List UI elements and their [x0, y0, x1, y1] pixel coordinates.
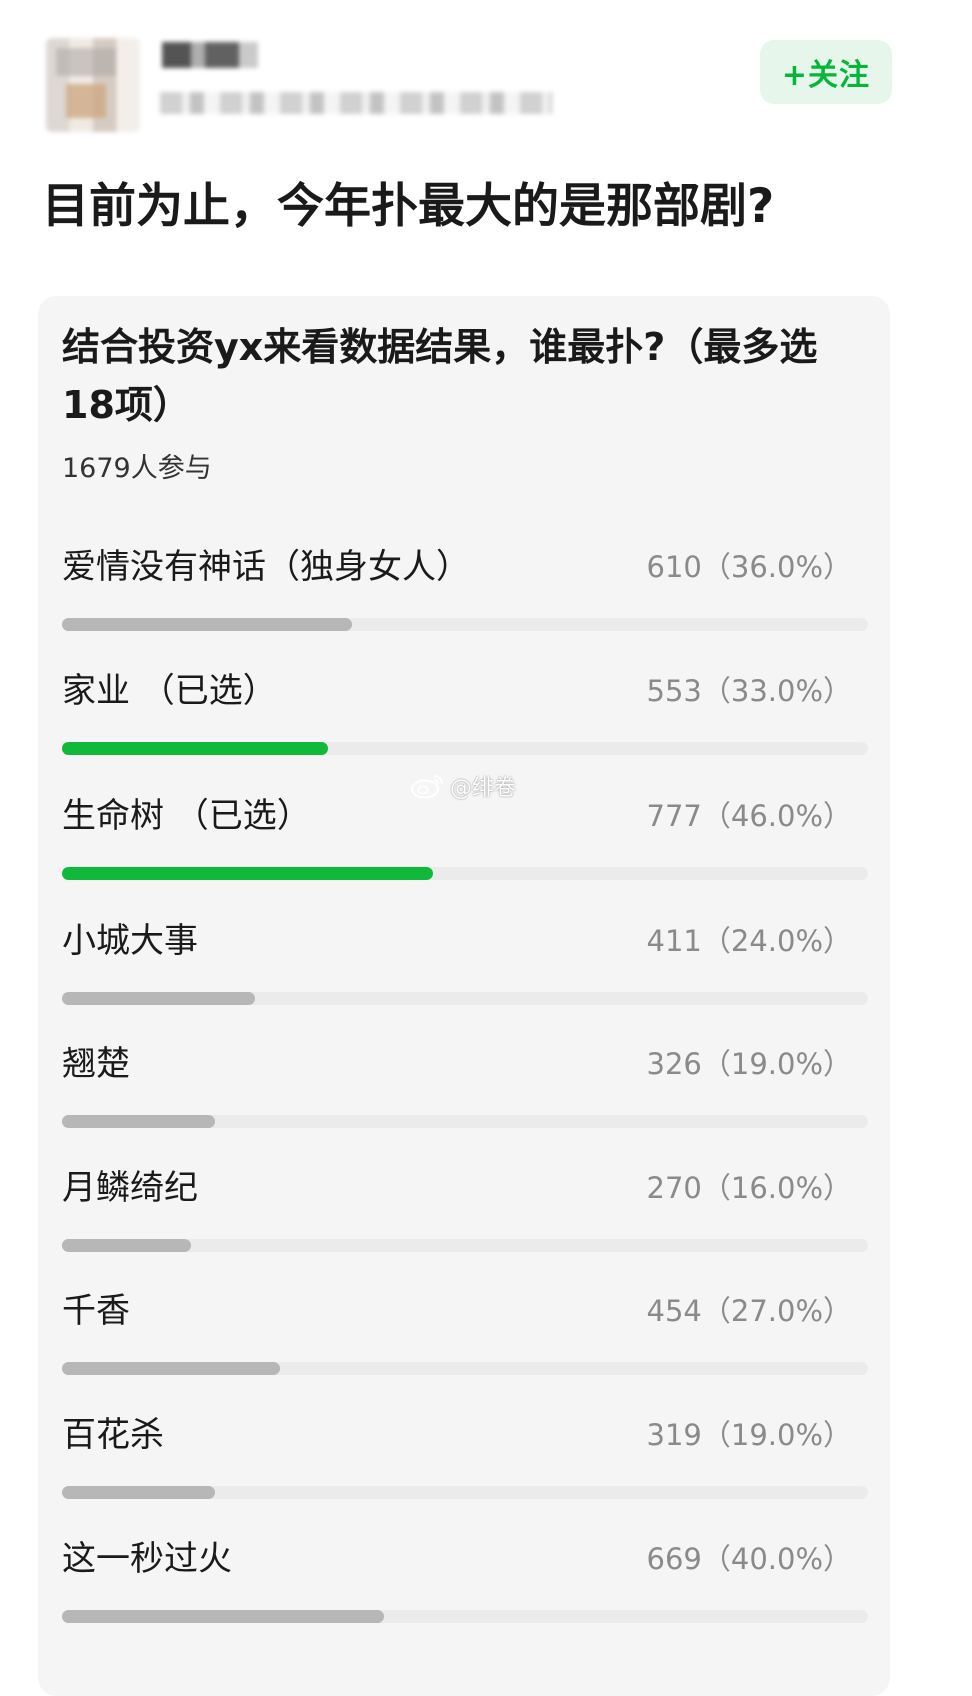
- poll-card: 结合投资yx来看数据结果，谁最扑?（最多选18项） 1679人参与 爱情没有神话…: [38, 296, 890, 1696]
- option-bar-fill: [62, 618, 352, 631]
- poll-option[interactable]: 生命树 （已选） 777（46.0%）: [62, 791, 868, 901]
- option-label: 翘楚: [62, 1044, 130, 1084]
- option-result: 553（33.0%）: [646, 674, 852, 708]
- poll-option[interactable]: 这一秒过火 669（40.0%）: [62, 1534, 868, 1644]
- option-bar-track: [62, 867, 868, 880]
- poll-option[interactable]: 月鳞绮纪 270（16.0%）: [62, 1163, 868, 1273]
- option-bar-fill: [62, 1115, 215, 1128]
- option-label: 小城大事: [62, 921, 198, 961]
- poll-question: 结合投资yx来看数据结果，谁最扑?（最多选18项）: [62, 325, 818, 427]
- option-bar-track: [62, 1239, 868, 1252]
- option-bar-track: [62, 1115, 868, 1128]
- option-bar-fill: [62, 1486, 215, 1499]
- poll-option[interactable]: 千香 454（27.0%）: [62, 1286, 868, 1396]
- weibo-watermark: @绯卷: [410, 770, 516, 802]
- option-result: 319（19.0%）: [646, 1418, 852, 1452]
- option-bar-fill: [62, 992, 255, 1005]
- option-bar-track: [62, 618, 868, 631]
- option-label: 这一秒过火: [62, 1539, 232, 1579]
- poll-option[interactable]: 小城大事 411（24.0%）: [62, 916, 868, 1026]
- poll-option[interactable]: 翘楚 326（19.0%）: [62, 1039, 868, 1149]
- option-result: 270（16.0%）: [646, 1171, 852, 1205]
- option-bar-fill: [62, 742, 328, 755]
- option-label: 家业 （已选）: [62, 671, 277, 711]
- username-redacted[interactable]: [162, 42, 258, 68]
- option-bar-track: [62, 742, 868, 755]
- option-label: 百花杀: [62, 1415, 164, 1455]
- post-meta-redacted: [160, 92, 552, 114]
- option-bar-fill: [62, 867, 433, 880]
- option-label: 爱情没有神话（独身女人）: [62, 547, 470, 587]
- option-bar-fill: [62, 1610, 384, 1623]
- poll-option[interactable]: 百花杀 319（19.0%）: [62, 1410, 868, 1520]
- poll-option[interactable]: 爱情没有神话（独身女人） 610（36.0%）: [62, 542, 868, 652]
- option-result: 610（36.0%）: [646, 550, 852, 584]
- participant-count: 1679人参与: [62, 453, 212, 484]
- option-result: 454（27.0%）: [646, 1294, 852, 1328]
- option-bar-track: [62, 1610, 868, 1623]
- option-bar-fill: [62, 1239, 191, 1252]
- option-bar-fill: [62, 1362, 280, 1375]
- avatar[interactable]: [46, 38, 140, 132]
- post-header: +关注: [0, 0, 972, 150]
- option-label: 千香: [62, 1291, 130, 1331]
- option-result: 669（40.0%）: [646, 1542, 852, 1576]
- option-result: 326（19.0%）: [646, 1047, 852, 1081]
- option-result: 411（24.0%）: [646, 924, 852, 958]
- post-title: 目前为止，今年扑最大的是那部剧?: [42, 179, 775, 234]
- option-label: 生命树 （已选）: [62, 796, 311, 836]
- option-bar-track: [62, 1486, 868, 1499]
- option-bar-track: [62, 992, 868, 1005]
- option-result: 777（46.0%）: [646, 799, 852, 833]
- option-label: 月鳞绮纪: [62, 1168, 198, 1208]
- watermark-text: @绯卷: [450, 776, 517, 801]
- poll-option[interactable]: 家业 （已选） 553（33.0%）: [62, 666, 868, 776]
- option-bar-track: [62, 1362, 868, 1375]
- weibo-icon: [410, 773, 444, 799]
- follow-button[interactable]: +关注: [760, 40, 892, 104]
